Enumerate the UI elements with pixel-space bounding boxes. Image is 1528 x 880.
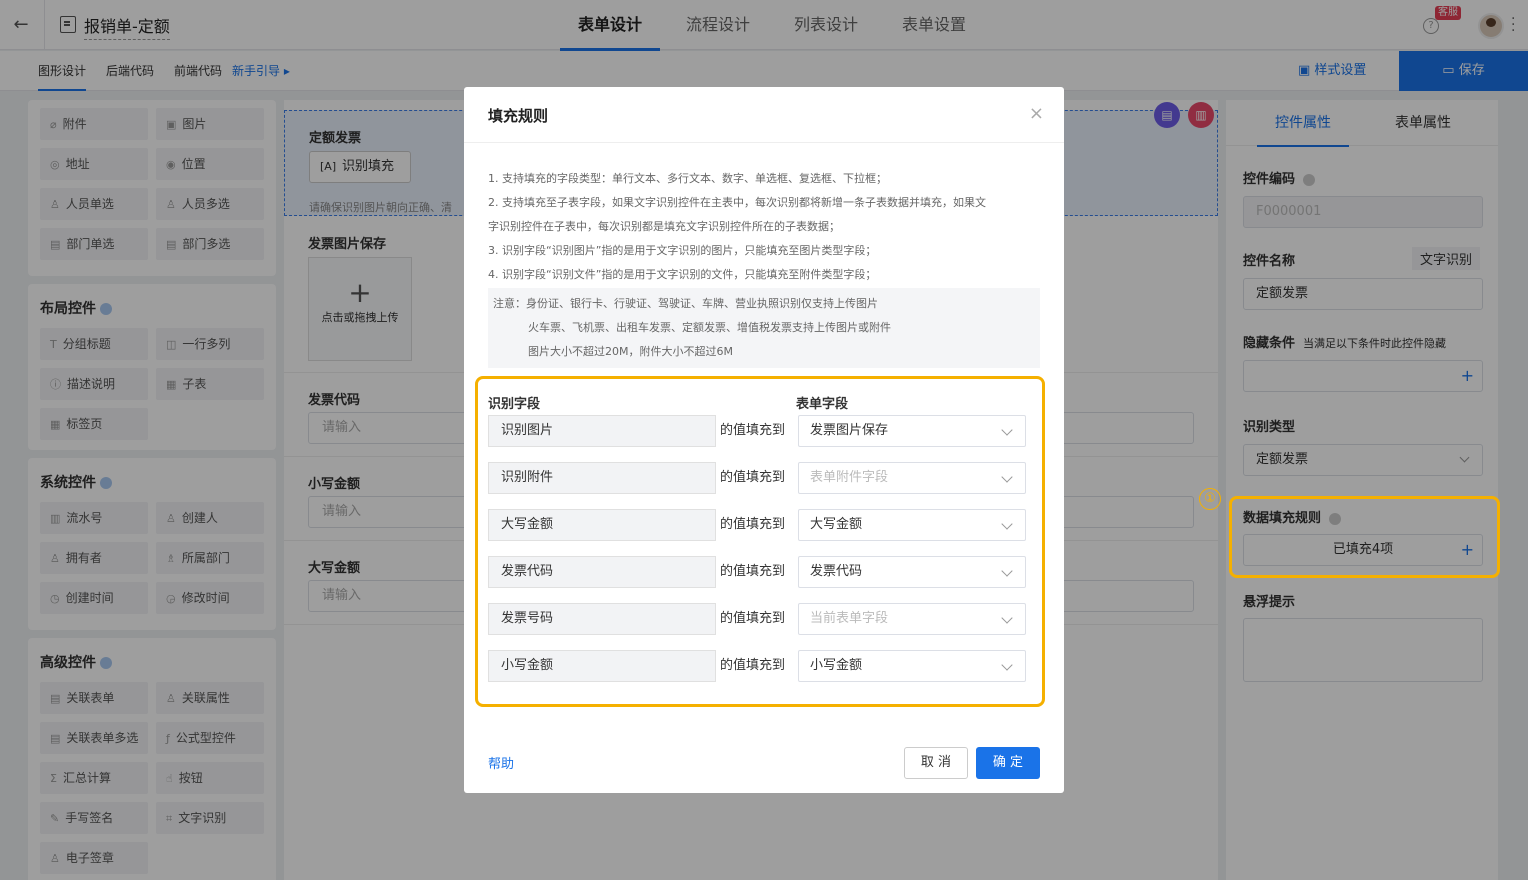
- fill-rule-highlight: [1229, 496, 1500, 578]
- rule-line: 2. 支持填充至子表字段，如果文字识别控件在主表中，每次识别都将新增一条子表数据…: [488, 196, 986, 209]
- dialog-header: 填充规则 ×: [464, 87, 1064, 143]
- rule-line: 字识别控件在子表中，每次识别都是填充文字识别控件所在的子表数据；: [488, 220, 840, 233]
- cancel-button[interactable]: 取 消: [904, 747, 968, 779]
- rule-line: 4. 识别字段“识别文件”指的是用于文字识别的文件，只能填充至附件类型字段；: [488, 268, 877, 281]
- mapping-row: 识别附件 的值填充到 表单附件字段: [488, 462, 1028, 494]
- source-field: 识别图片: [488, 415, 716, 447]
- target-field-select[interactable]: 表单附件字段: [798, 462, 1026, 494]
- target-field-select[interactable]: 发票图片保存: [798, 415, 1026, 447]
- fill-to-text: 的值填充到: [720, 611, 786, 626]
- fill-to-text: 的值填充到: [720, 423, 786, 438]
- mapping-row: 小写金额 的值填充到 小写金额: [488, 650, 1028, 682]
- fill-rule-dialog: 填充规则 × 1. 支持填充的字段类型：单行文本、多行文本、数字、单选框、复选框…: [464, 87, 1064, 793]
- mapping-row: 大写金额 的值填充到 大写金额: [488, 509, 1028, 541]
- column-header-target: 表单字段: [796, 397, 849, 412]
- field-mapping-section: 识别字段 表单字段 识别图片 的值填充到 发票图片保存 识别附件 的值填充到 表…: [475, 376, 1045, 707]
- target-field-select[interactable]: 当前表单字段: [798, 603, 1026, 635]
- rule-line: 3. 识别字段“识别图片”指的是用于文字识别的图片，只能填充至图片类型字段；: [488, 244, 877, 257]
- note-box: 注意：身份证、银行卡、行驶证、驾驶证、车牌、营业执照识别仅支持上传图片 火车票、…: [488, 288, 1040, 368]
- target-field-select[interactable]: 小写金额: [798, 650, 1026, 682]
- rule-line: 1. 支持填充的字段类型：单行文本、多行文本、数字、单选框、复选框、下拉框；: [488, 172, 887, 185]
- source-field: 小写金额: [488, 650, 716, 682]
- fill-to-text: 的值填充到: [720, 517, 786, 532]
- mapping-row: 发票代码 的值填充到 发票代码: [488, 556, 1028, 588]
- annotation-marker-1: ①: [1199, 488, 1221, 510]
- fill-to-text: 的值填充到: [720, 658, 786, 673]
- confirm-button[interactable]: 确 定: [976, 747, 1040, 779]
- close-icon[interactable]: ×: [1029, 103, 1044, 124]
- dialog-title: 填充规则: [488, 107, 549, 125]
- fill-to-text: 的值填充到: [720, 470, 786, 485]
- fill-to-text: 的值填充到: [720, 564, 786, 579]
- source-field: 大写金额: [488, 509, 716, 541]
- column-header-source: 识别字段: [488, 397, 541, 412]
- source-field: 发票代码: [488, 556, 716, 588]
- mapping-row: 发票号码 的值填充到 当前表单字段: [488, 603, 1028, 635]
- source-field: 发票号码: [488, 603, 716, 635]
- rule-descriptions: 1. 支持填充的字段类型：单行文本、多行文本、数字、单选框、复选框、下拉框； 2…: [488, 167, 1040, 287]
- note-line: 火车票、飞机票、出租车发票、定额发票、增值税发票支持上传图片或附件: [528, 321, 891, 334]
- note-line: 图片大小不超过20M，附件大小不超过6M: [528, 345, 733, 358]
- mapping-row: 识别图片 的值填充到 发票图片保存: [488, 415, 1028, 447]
- target-field-select[interactable]: 发票代码: [798, 556, 1026, 588]
- help-link[interactable]: 帮助: [488, 753, 514, 772]
- target-field-select[interactable]: 大写金额: [798, 509, 1026, 541]
- note-line: 注意：身份证、银行卡、行驶证、驾驶证、车牌、营业执照识别仅支持上传图片: [493, 297, 878, 310]
- source-field: 识别附件: [488, 462, 716, 494]
